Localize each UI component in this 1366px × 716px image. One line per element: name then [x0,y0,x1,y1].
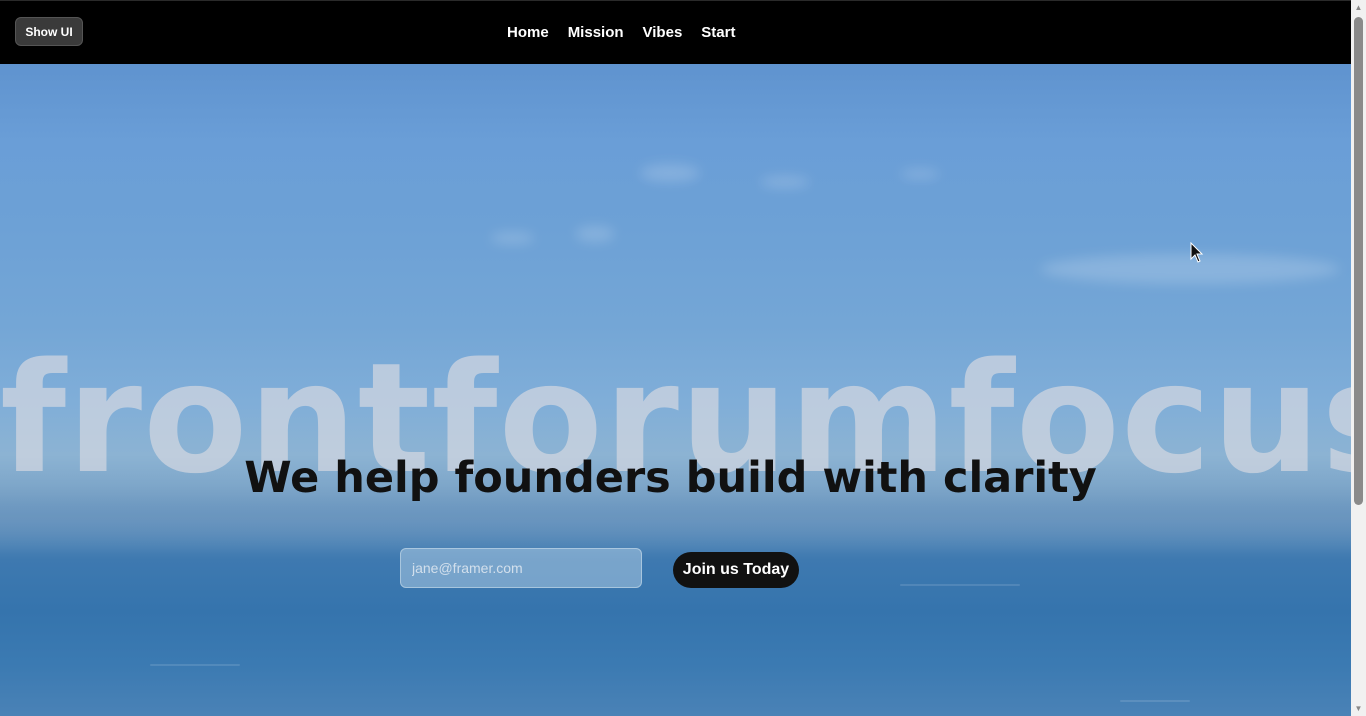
nav-home-link[interactable]: Home [507,23,549,43]
wave [1120,700,1190,702]
nav-start-link[interactable]: Start [701,23,735,43]
join-us-button[interactable]: Join us Today [673,552,799,588]
hero-tagline: We help founders build with clarity [244,453,1097,503]
show-ui-button[interactable]: Show UI [15,17,83,46]
nav-vibes-link[interactable]: Vibes [643,23,683,43]
cloud [640,164,700,182]
mouse-cursor-icon [1190,242,1204,263]
cloud [760,176,810,188]
top-navigation-bar: Show UI Home Mission Vibes Start [0,0,1351,64]
nav-mission-link[interactable]: Mission [568,23,624,43]
scroll-up-icon[interactable]: ▲ [1351,0,1366,15]
scrollbar-thumb[interactable] [1354,17,1363,505]
email-input[interactable] [400,548,642,588]
cloud [900,169,940,179]
main-nav: Home Mission Vibes Start [507,23,754,43]
wave [150,664,240,666]
cloud [490,232,535,244]
scroll-down-icon[interactable]: ▼ [1351,701,1366,716]
hero-section: frontforumfocus [0,64,1351,716]
wave [900,584,1020,586]
cloud [575,226,615,242]
vertical-scrollbar[interactable]: ▲ ▼ [1351,0,1366,716]
